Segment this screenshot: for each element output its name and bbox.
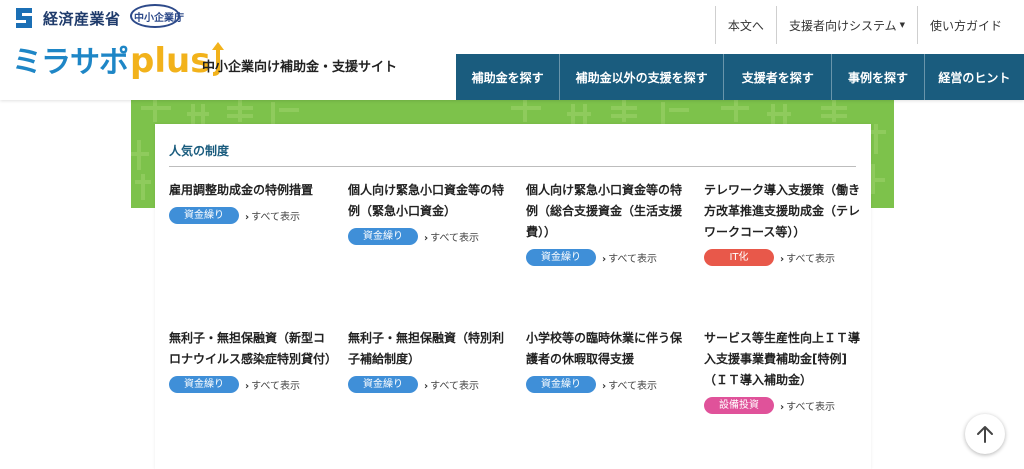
show-all-link[interactable]: › すべて表示	[602, 377, 657, 392]
site-header: 経済産業省 中小企業庁 ミラサポ plus 中小企業向け補助金・支援サイト 本文…	[0, 0, 1024, 100]
program-item[interactable]: テレワーク導入支援策（働き方改革推進支援助成金（テレワークコース等）） IT化 …	[704, 180, 869, 266]
show-all-label: すべて表示	[251, 381, 301, 392]
nav-find-supporters[interactable]: 支援者を探す	[724, 54, 833, 100]
program-item[interactable]: 小学校等の臨時休業に伴う保護者の休暇取得支援 資金繰り › すべて表示	[526, 328, 691, 393]
program-title: 小学校等の臨時休業に伴う保護者の休暇取得支援	[526, 331, 683, 366]
category-badge[interactable]: IT化	[704, 249, 774, 266]
program-item[interactable]: 雇用調整助成金の特例措置 資金繰り › すべて表示	[169, 180, 334, 224]
scroll-to-top-button[interactable]	[965, 414, 1005, 454]
program-title: サービス等生産性向上ＩＴ導入支援事業費補助金[特例]（ＩＴ導入補助金）	[704, 331, 861, 387]
util-nav-label: 支援者向けシステム	[788, 18, 897, 33]
util-nav-label: 本文へ	[727, 18, 764, 33]
chevron-right-icon: ›	[780, 254, 785, 265]
category-badge[interactable]: 設備投資	[704, 397, 774, 414]
nav-label: 補助金以外の支援を探す	[575, 70, 708, 85]
nav-label: 支援者を探す	[741, 70, 814, 85]
category-badge[interactable]: 資金繰り	[348, 228, 418, 245]
category-badge[interactable]: 資金繰り	[526, 249, 596, 266]
supporter-system-menu[interactable]: 支援者向けシステム ▼	[775, 6, 917, 44]
util-nav-label: 使い方ガイド	[929, 18, 1002, 33]
nav-label: 事例を探す	[848, 70, 909, 85]
show-all-link[interactable]: › すべて表示	[780, 398, 835, 413]
program-title: 無利子・無担保融資（新型コロナウイルス感染症特別貸付）	[169, 331, 338, 366]
main-nav: 補助金を探す 補助金以外の支援を探す 支援者を探す 事例を探す 経営のヒント	[456, 54, 1024, 100]
nav-find-subsidies[interactable]: 補助金を探す	[456, 54, 561, 100]
chevron-right-icon: ›	[780, 402, 785, 413]
site-logo-kana: ミラサポ	[12, 45, 129, 80]
site-logo[interactable]: ミラサポ plus	[12, 40, 225, 78]
program-title: 個人向け緊急小口資金等の特例（総合支援資金（生活支援費））	[526, 183, 683, 239]
show-all-label: すべて表示	[608, 381, 658, 392]
show-all-label: すべて表示	[251, 212, 301, 223]
category-badge[interactable]: 資金繰り	[526, 376, 596, 393]
program-title: 個人向け緊急小口資金等の特例（緊急小口資金）	[348, 183, 505, 218]
chevron-right-icon: ›	[602, 254, 607, 265]
chevron-right-icon: ›	[424, 381, 429, 392]
program-title: 無利子・無担保融資（特別利子補給制度）	[348, 331, 505, 366]
site-logo-plus: plus	[130, 41, 211, 81]
show-all-link[interactable]: › すべて表示	[424, 377, 479, 392]
program-item[interactable]: 個人向け緊急小口資金等の特例（総合支援資金（生活支援費）） 資金繰り › すべて表…	[526, 180, 691, 266]
show-all-label: すべて表示	[786, 254, 836, 265]
meti-logo[interactable]: 経済産業省	[12, 4, 121, 32]
category-badge[interactable]: 資金繰り	[169, 376, 239, 393]
show-all-label: すべて表示	[786, 402, 836, 413]
utility-nav: 本文へ 支援者向けシステム ▼ 使い方ガイド	[714, 6, 1014, 44]
show-all-link[interactable]: › すべて表示	[780, 250, 835, 265]
caret-down-icon: ▼	[899, 21, 905, 29]
usage-guide-link[interactable]: 使い方ガイド	[916, 6, 1014, 44]
sme-agency-logo[interactable]: 中小企業庁	[130, 4, 184, 30]
program-item[interactable]: 無利子・無担保融資（新型コロナウイルス感染症特別貸付） 資金繰り › すべて表示	[169, 328, 338, 393]
sme-agency-label: 中小企業庁	[134, 13, 184, 24]
program-item[interactable]: サービス等生産性向上ＩＴ導入支援事業費補助金[特例]（ＩＴ導入補助金） 設備投資…	[704, 328, 869, 414]
meti-mark-icon	[16, 8, 32, 28]
show-all-label: すべて表示	[608, 254, 658, 265]
nav-business-tips[interactable]: 経営のヒント	[925, 54, 1024, 100]
skip-to-content-link[interactable]: 本文へ	[714, 6, 776, 44]
chevron-right-icon: ›	[245, 381, 250, 392]
chevron-right-icon: ›	[602, 381, 607, 392]
program-item[interactable]: 個人向け緊急小口資金等の特例（緊急小口資金） 資金繰り › すべて表示	[348, 180, 513, 245]
show-all-label: すべて表示	[430, 381, 480, 392]
chevron-right-icon: ›	[424, 233, 429, 244]
nav-label: 経営のヒント	[938, 70, 1011, 85]
chevron-right-icon: ›	[245, 212, 250, 223]
show-all-link[interactable]: › すべて表示	[245, 377, 300, 392]
nav-find-other-support[interactable]: 補助金以外の支援を探す	[560, 54, 725, 100]
popular-programs-card: 人気の制度 雇用調整助成金の特例措置 資金繰り › すべて表示 個人向け緊急小口資…	[155, 124, 871, 469]
category-badge[interactable]: 資金繰り	[169, 207, 239, 224]
section-title: 人気の制度	[169, 144, 230, 158]
program-title: テレワーク導入支援策（働き方改革推進支援助成金（テレワークコース等））	[704, 183, 861, 239]
program-title: 雇用調整助成金の特例措置	[169, 183, 314, 197]
arrow-up-icon	[977, 426, 993, 443]
show-all-label: すべて表示	[430, 233, 480, 244]
show-all-link[interactable]: › すべて表示	[245, 208, 300, 223]
nav-find-cases[interactable]: 事例を探す	[832, 54, 925, 100]
category-badge[interactable]: 資金繰り	[348, 376, 418, 393]
show-all-link[interactable]: › すべて表示	[424, 229, 479, 244]
section-divider	[169, 166, 856, 167]
show-all-link[interactable]: › すべて表示	[602, 250, 657, 265]
nav-label: 補助金を探す	[471, 70, 544, 85]
site-tagline: 中小企業向け補助金・支援サイト	[202, 60, 398, 75]
ministry-name: 経済産業省	[43, 9, 121, 28]
program-item[interactable]: 無利子・無担保融資（特別利子補給制度） 資金繰り › すべて表示	[348, 328, 513, 393]
